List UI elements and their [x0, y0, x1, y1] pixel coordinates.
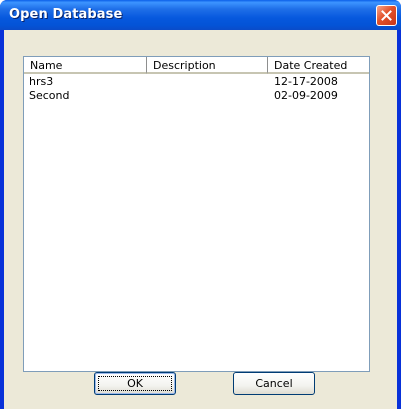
cancel-button[interactable]: Cancel — [233, 372, 315, 395]
list-item[interactable]: hrs3 12-17-2008 — [24, 75, 369, 89]
database-list[interactable]: Name Description Date Created hrs3 12-17… — [23, 56, 370, 372]
cell-date-created: 12-17-2008 — [274, 75, 338, 88]
close-button[interactable] — [376, 5, 397, 26]
column-header-date-created[interactable]: Date Created — [268, 57, 369, 74]
window-title: Open Database — [9, 7, 123, 22]
open-database-dialog: Open Database Name Description Date Crea… — [0, 0, 401, 409]
dialog-client-area: Name Description Date Created hrs3 12-17… — [4, 30, 397, 409]
column-header-description[interactable]: Description — [147, 57, 268, 74]
cell-name: hrs3 — [29, 75, 54, 88]
column-header-name[interactable]: Name — [24, 57, 147, 74]
ok-button[interactable]: OK — [94, 372, 176, 395]
list-item[interactable]: Second 02-09-2009 — [24, 89, 369, 103]
title-bar[interactable]: Open Database — [0, 0, 401, 30]
cell-name: Second — [29, 89, 70, 102]
cell-date-created: 02-09-2009 — [274, 89, 338, 102]
cancel-button-label: Cancel — [255, 377, 293, 390]
list-header: Name Description Date Created — [24, 57, 369, 74]
ok-button-label: OK — [127, 377, 143, 390]
close-icon — [381, 10, 392, 21]
